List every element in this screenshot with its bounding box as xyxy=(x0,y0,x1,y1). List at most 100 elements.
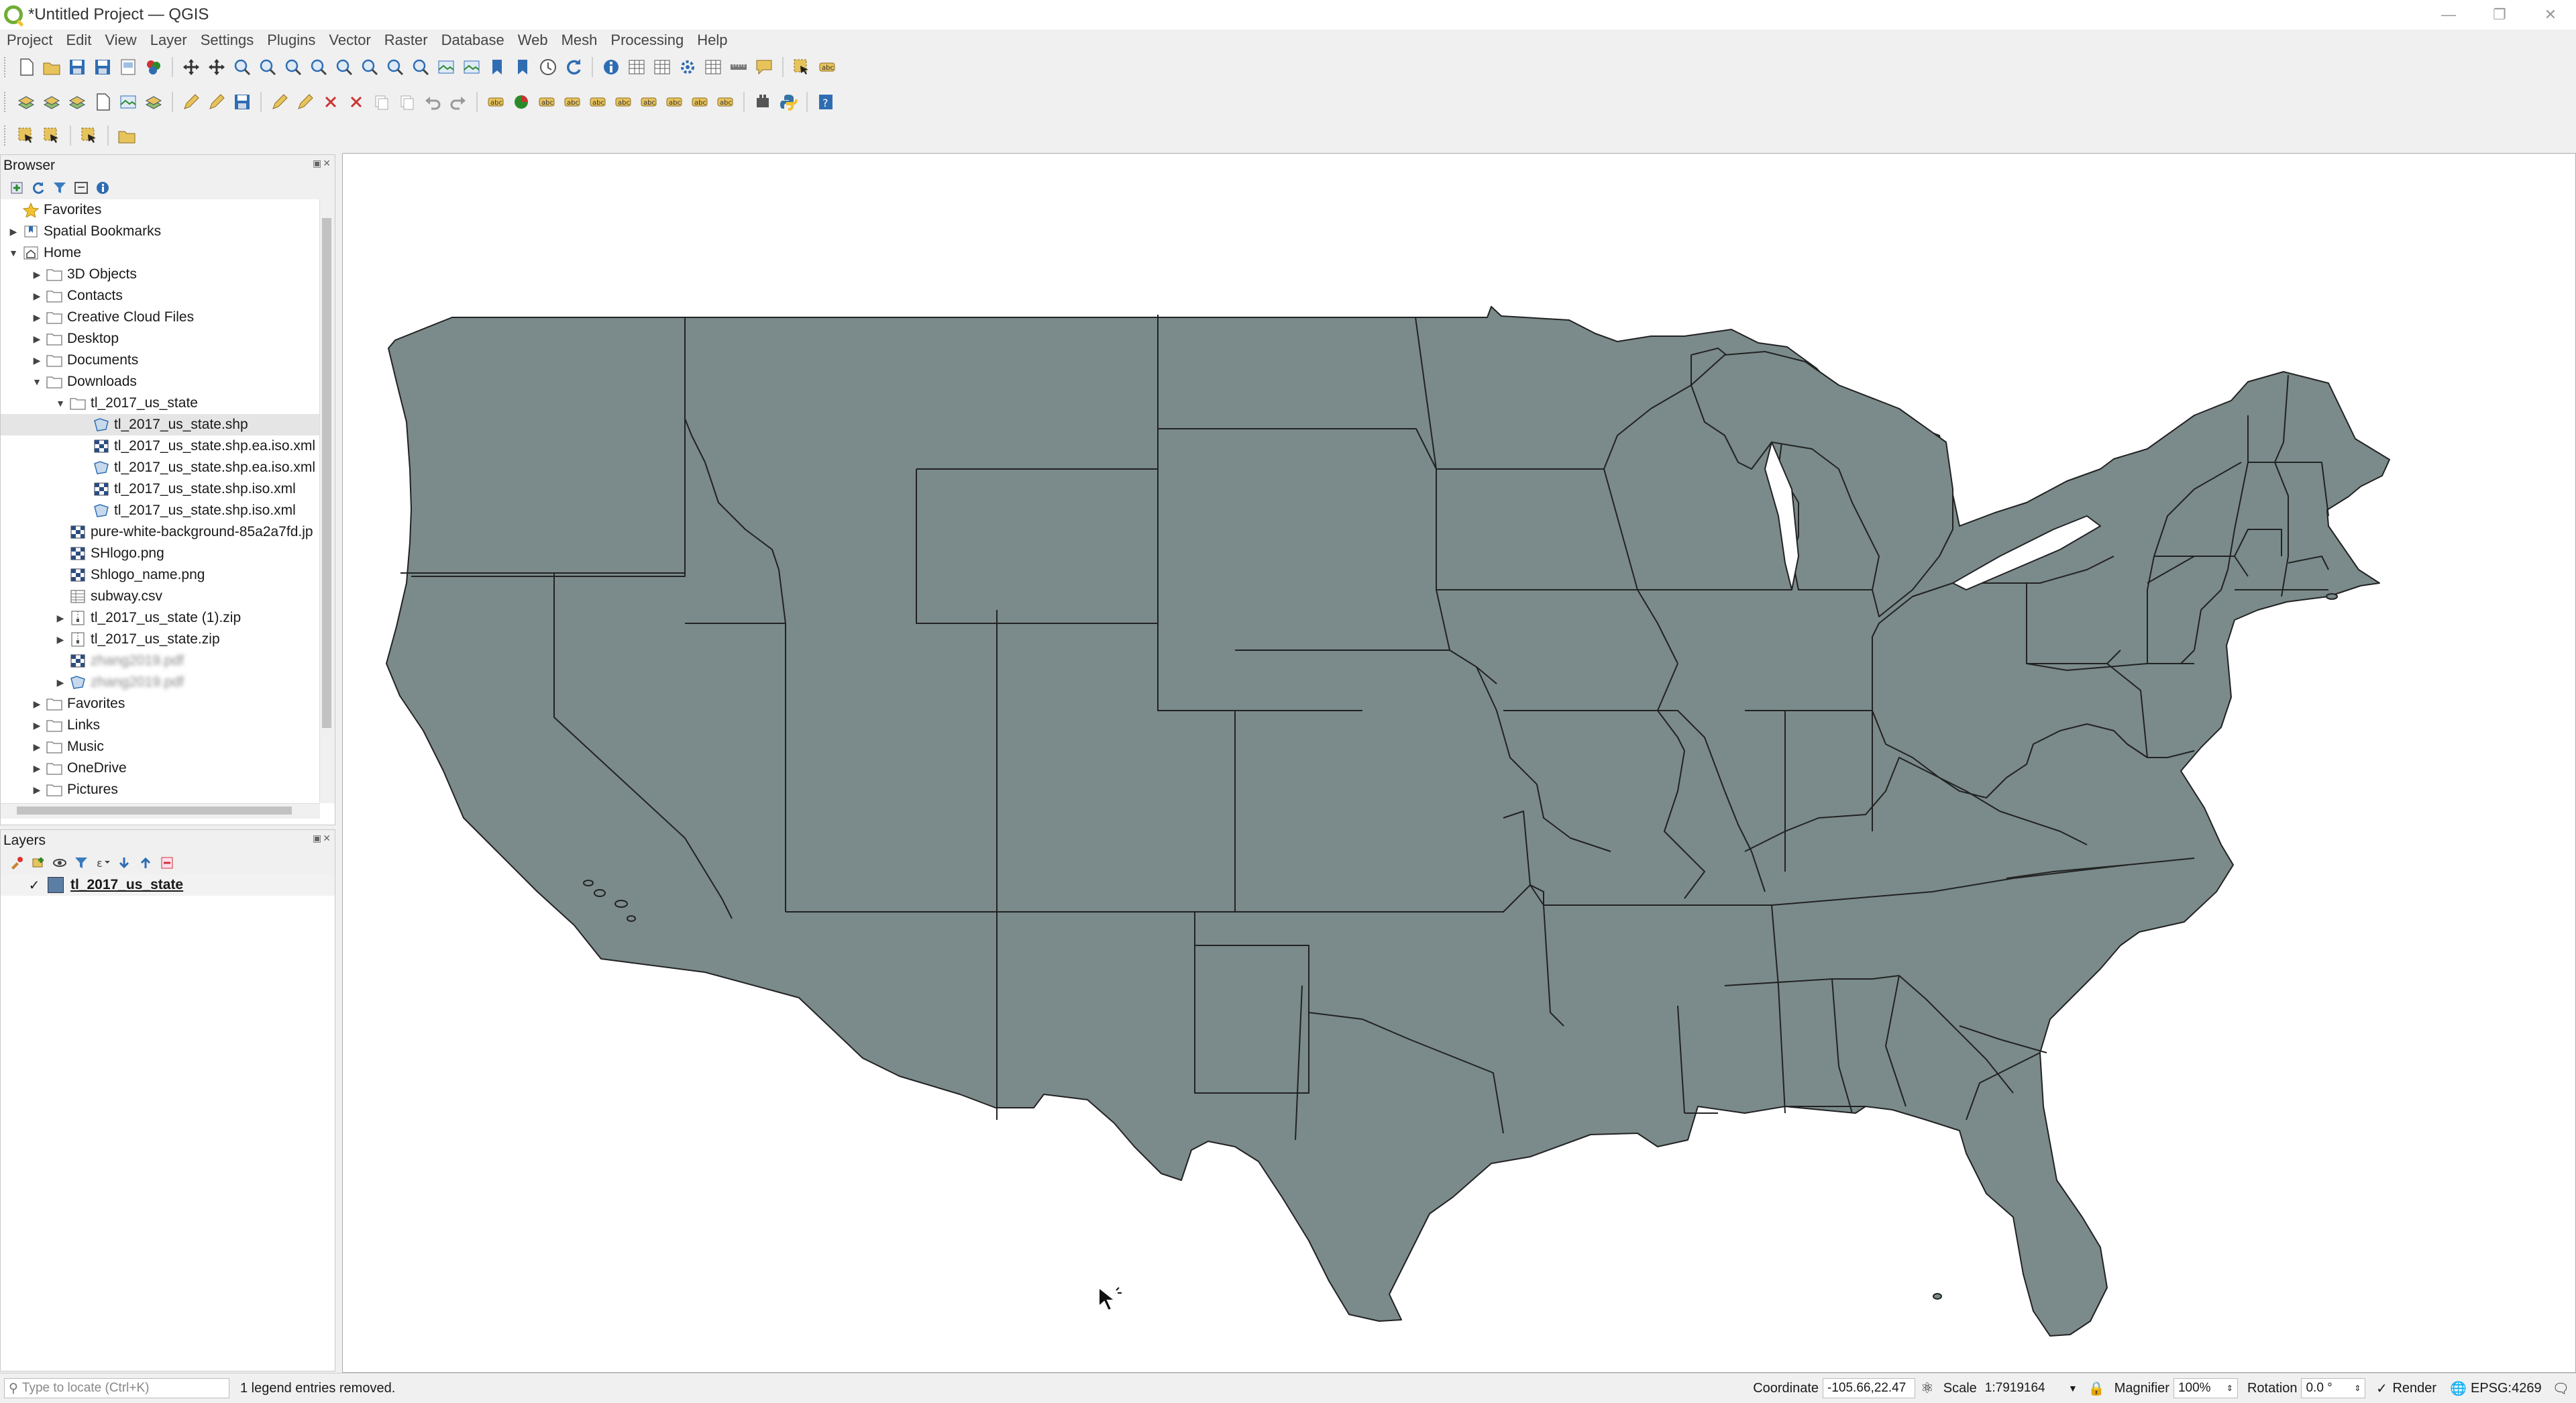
browser-item[interactable]: ▶ Documents xyxy=(1,350,335,371)
move-label-icon[interactable]: abc xyxy=(587,91,608,113)
select-features-icon[interactable] xyxy=(15,125,37,146)
messages-icon[interactable]: 🗨 xyxy=(2553,1380,2569,1397)
browser-tree[interactable]: Favorites ▶ Spatial Bookmarks ▼ Home ▶ 3D Obje… xyxy=(1,199,335,803)
processing-toolbox-icon[interactable] xyxy=(677,56,698,78)
pin-label-icon[interactable]: abc xyxy=(536,91,557,113)
restore-button[interactable]: ❐ xyxy=(2474,0,2525,30)
us-states-map[interactable] xyxy=(343,154,2576,1373)
menu-view[interactable]: View xyxy=(98,32,143,49)
browser-item[interactable]: ▶ OneDrive xyxy=(1,758,335,779)
filter-expression-icon[interactable]: ε xyxy=(94,854,111,872)
expanded-arrow-icon[interactable]: ▼ xyxy=(9,248,18,258)
browser-item[interactable]: ▶ Contacts xyxy=(1,285,335,307)
browser-item[interactable]: ▶ Links xyxy=(1,715,335,736)
undo-icon[interactable] xyxy=(422,91,443,113)
add-vector-icon[interactable] xyxy=(41,91,62,113)
layer-item[interactable]: ✓ tl_2017_us_state xyxy=(1,874,335,896)
browser-item[interactable]: ▶ Desktop xyxy=(1,328,335,350)
new-3d-view-icon[interactable] xyxy=(461,56,482,78)
browser-item[interactable]: tl_2017_us_state.shp.ea.iso.xml xyxy=(1,435,335,457)
panel-float-close-icons[interactable]: ▣✕ xyxy=(313,833,332,844)
browser-item[interactable]: pure-white-background-85a2a7fd.jp xyxy=(1,521,335,543)
browser-item[interactable]: tl_2017_us_state.shp.ea.iso.xml xyxy=(1,457,335,478)
panel-float-close-icons[interactable]: ▣✕ xyxy=(313,158,332,169)
zoom-in-icon[interactable] xyxy=(231,56,253,78)
style-manager-icon[interactable] xyxy=(143,56,164,78)
help-icon[interactable]: ? xyxy=(815,91,837,113)
layer-symbol-swatch[interactable] xyxy=(48,877,64,893)
zoom-last-icon[interactable] xyxy=(384,56,406,78)
menu-settings[interactable]: Settings xyxy=(194,32,261,49)
collapsed-arrow-icon[interactable]: ▶ xyxy=(56,613,65,623)
layer-visibility-checkbox[interactable]: ✓ xyxy=(28,878,41,893)
browser-horizontal-scrollbar[interactable] xyxy=(1,803,320,819)
save-edits-icon[interactable] xyxy=(231,91,253,113)
browser-item[interactable]: zhang2019.pdf xyxy=(1,650,335,672)
refresh-icon[interactable] xyxy=(563,56,584,78)
collapsed-arrow-icon[interactable]: ▶ xyxy=(56,677,65,688)
print-layout-icon[interactable] xyxy=(117,56,139,78)
browser-item[interactable]: Favorites xyxy=(1,199,335,221)
browser-item[interactable]: SHlogo.png xyxy=(1,543,335,564)
browser-item[interactable]: ▼ Home xyxy=(1,242,335,264)
diagram-icon[interactable] xyxy=(511,91,532,113)
open-project-icon[interactable] xyxy=(41,56,62,78)
browser-item[interactable]: ▶ Favorites xyxy=(1,693,335,715)
measure-icon[interactable] xyxy=(728,56,749,78)
statistics-icon[interactable] xyxy=(702,56,724,78)
digitize-icon[interactable] xyxy=(269,91,290,113)
select-by-value-icon[interactable] xyxy=(41,125,62,146)
new-map-view-icon[interactable] xyxy=(435,56,457,78)
style-icon[interactable] xyxy=(8,854,25,872)
collapsed-arrow-icon[interactable]: ▶ xyxy=(32,763,42,774)
python-console-icon[interactable] xyxy=(777,91,799,113)
copy-icon[interactable] xyxy=(371,91,392,113)
open-annotation-icon[interactable] xyxy=(116,125,138,146)
browser-item[interactable]: tl_2017_us_state.shp xyxy=(1,414,335,435)
browser-item[interactable]: ▶ Pictures xyxy=(1,779,335,800)
data-source-manager-icon[interactable] xyxy=(15,91,37,113)
toggle-edit-icon[interactable] xyxy=(206,91,227,113)
menu-raster[interactable]: Raster xyxy=(378,32,435,49)
collapsed-arrow-icon[interactable]: ▶ xyxy=(32,741,42,752)
attribute-table-icon[interactable] xyxy=(626,56,647,78)
browser-item[interactable]: subway.csv xyxy=(1,586,335,607)
collapsed-arrow-icon[interactable]: ▶ xyxy=(32,720,42,731)
pan-icon[interactable] xyxy=(180,56,202,78)
save-as-icon[interactable] xyxy=(92,56,113,78)
label-tool-icon[interactable]: abc xyxy=(689,91,710,113)
toolbar-grip[interactable] xyxy=(4,57,9,77)
show-hide-labels-icon[interactable]: abc xyxy=(561,91,583,113)
menu-plugins[interactable]: Plugins xyxy=(260,32,322,49)
browser-vertical-scrollbar[interactable] xyxy=(319,199,335,803)
browser-item[interactable]: ▶ Music xyxy=(1,736,335,758)
browser-item[interactable]: ▶ tl_2017_us_state (1).zip xyxy=(1,607,335,629)
browser-item[interactable]: ▼ Downloads xyxy=(1,371,335,393)
zoom-native-icon[interactable] xyxy=(359,56,380,78)
plugin-manager-icon[interactable] xyxy=(752,91,773,113)
browser-item[interactable]: Shlogo_name.png xyxy=(1,564,335,586)
add-wms-icon[interactable] xyxy=(143,91,164,113)
show-bookmarks-icon[interactable] xyxy=(512,56,533,78)
browser-item[interactable]: ▶ Spatial Bookmarks xyxy=(1,221,335,242)
collapsed-arrow-icon[interactable]: ▶ xyxy=(32,355,42,366)
filter-legend-icon[interactable] xyxy=(72,854,90,872)
map-tips-icon[interactable] xyxy=(753,56,775,78)
render-checkbox[interactable]: ✓ xyxy=(2375,1382,2388,1396)
pan-to-selection-icon[interactable] xyxy=(206,56,227,78)
zoom-full-icon[interactable] xyxy=(282,56,304,78)
properties-icon[interactable] xyxy=(94,179,111,197)
browser-item[interactable]: ▶ tl_2017_us_state.zip xyxy=(1,629,335,650)
expanded-arrow-icon[interactable]: ▼ xyxy=(32,376,42,387)
select-tool-icon[interactable] xyxy=(791,56,812,78)
collapsed-arrow-icon[interactable]: ▶ xyxy=(32,269,42,280)
cut-icon[interactable] xyxy=(345,91,367,113)
rotation-spinbox[interactable]: 0.0 ° ⇕ xyxy=(2301,1378,2366,1398)
menu-edit[interactable]: Edit xyxy=(59,32,98,49)
identify-icon[interactable] xyxy=(600,56,622,78)
label-icon[interactable]: abc xyxy=(485,91,506,113)
current-edits-icon[interactable] xyxy=(180,91,202,113)
scale-combobox[interactable]: 1:7919164 ▼ xyxy=(1981,1378,2082,1398)
browser-item[interactable]: ▼ tl_2017_us_state xyxy=(1,393,335,414)
change-label-icon[interactable]: abc xyxy=(638,91,659,113)
